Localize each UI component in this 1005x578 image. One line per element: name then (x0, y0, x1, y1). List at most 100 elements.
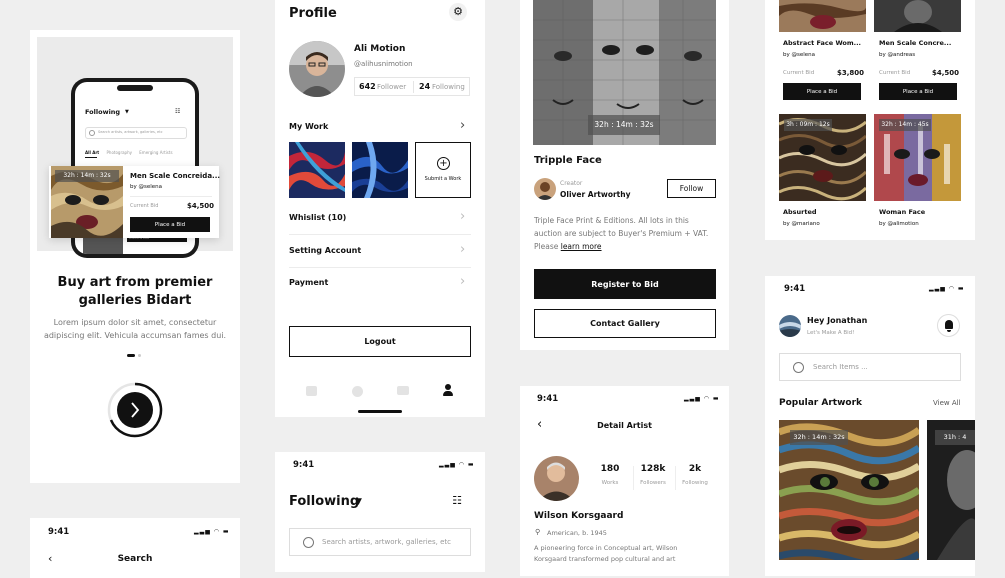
my-work-label[interactable]: My Work (289, 122, 328, 131)
filter-icon[interactable]: ☷ (175, 108, 180, 115)
phone-tab-all-art[interactable]: All Art (85, 150, 99, 155)
following-title[interactable]: Following (289, 494, 359, 509)
chevron-right-icon: › (460, 242, 466, 257)
home-search-placeholder: Search Items ... (813, 363, 868, 371)
bid-label: Current Bid (130, 203, 159, 209)
following-search-input[interactable]: Search artists, artwork, galleries, etc (289, 528, 471, 556)
menu-item-setting-label: Setting Account (289, 246, 362, 255)
grid-item-title: Abstract Face Wom... (783, 39, 862, 47)
user-avatar[interactable] (779, 315, 801, 337)
artist-location: American, b. 1945 (547, 529, 607, 537)
status-icons: ▂▃▅ ◠ ▬ (439, 461, 475, 468)
grid-item-bid: $3,800 (837, 69, 865, 77)
search-icon (89, 130, 95, 136)
status-icons: ▂▃▅ ◠ ▬ (684, 395, 720, 402)
artwork-description-line1: Triple Face Print & Editions. All lots i… (534, 216, 689, 225)
phone-search-placeholder: Search artists, artwork, galleries, etc (98, 130, 163, 134)
grid-item-by: by @andreas (879, 52, 916, 58)
grid-place-bid-button[interactable]: Place a Bid (783, 83, 861, 100)
profile-avatar[interactable] (289, 41, 345, 97)
grid-item-by: by @selena (783, 52, 816, 58)
menu-item-wishlist-label: Whislist (10) (289, 213, 347, 222)
menu-item-setting-account[interactable]: Setting Account › (289, 236, 471, 266)
settings-gear-icon[interactable]: ⚙ (449, 3, 467, 21)
chevron-right-icon: › (460, 209, 466, 224)
work-thumb-1[interactable] (289, 142, 345, 198)
follow-button[interactable]: Follow (667, 179, 716, 198)
page-indicator (127, 354, 143, 357)
followers-label: Follower (377, 83, 407, 91)
view-all-link[interactable]: View All (933, 399, 961, 407)
next-button[interactable] (107, 382, 163, 438)
desc-please: Please (534, 242, 559, 251)
onboarding-card: Following ▼ ☷ Search artists, artwork, g… (30, 30, 240, 483)
grid-item-bid-label: Current Bid (783, 70, 815, 76)
filter-icon[interactable]: ☷ (447, 494, 467, 510)
logout-button[interactable]: Logout (289, 326, 471, 357)
grid-artwork-image[interactable] (779, 0, 866, 32)
status-time: 9:41 (537, 394, 559, 404)
grid-item-title: Absurted (783, 208, 817, 216)
grid-item-title: Men Scale Concre... (879, 39, 952, 47)
grid-place-bid-button[interactable]: Place a Bid (879, 83, 957, 100)
phone-tab-emerging[interactable]: Emerging Artists (139, 150, 172, 155)
followers-count: 642 (359, 82, 376, 91)
search-screen-card: 9:41 ▂▃▅ ◠ ▬ ‹ Search (30, 518, 240, 578)
profile-name: Ali Motion (354, 44, 406, 54)
status-time: 9:41 (293, 460, 315, 470)
menu-item-payment[interactable]: Payment › (289, 268, 471, 298)
stat-value: 180 (600, 464, 620, 474)
learn-more-link[interactable]: learn more (561, 242, 602, 251)
add-circle-icon: + (437, 157, 450, 170)
bid-value: $4,500 (187, 202, 215, 210)
place-bid-button[interactable]: Place a Bid (130, 217, 210, 232)
phone-tab-photography[interactable]: Photography (107, 150, 133, 155)
message-icon[interactable] (397, 386, 409, 395)
creator-label: Creator (560, 180, 583, 187)
artwork-grid-card: Abstract Face Wom... by @selena Current … (765, 0, 975, 240)
work-thumb-2[interactable] (352, 142, 408, 198)
greeting-subtitle: Let's Make A Bid! (807, 330, 855, 336)
following-card: 9:41 ▂▃▅ ◠ ▬ Following ▼ ☷ Search artist… (275, 452, 485, 572)
creator-avatar[interactable] (534, 178, 556, 200)
artist-stat-following: 2k Following (675, 464, 715, 486)
artwork-timer: 32h : 14m : 32s (55, 170, 119, 182)
artwork-detail-card: 32h : 14m : 32s Tripple Face Creator Oli… (520, 0, 729, 350)
creator-name[interactable]: Oliver Artworthy (560, 190, 631, 199)
following-search-placeholder: Search artists, artwork, galleries, etc (322, 538, 451, 546)
artwork-description-line2: auction are subject to Buyer's Premium +… (534, 229, 709, 238)
artist-name: Wilson Korsgaard (534, 511, 624, 521)
artist-avatar[interactable] (534, 456, 579, 501)
grid-item-by: by @mariano (783, 221, 820, 227)
home-indicator (358, 410, 402, 413)
explore-icon[interactable] (352, 386, 363, 397)
grid-item-bid: $4,500 (932, 69, 960, 77)
home-icon[interactable] (306, 386, 317, 396)
phone-filter-label[interactable]: Following (85, 108, 120, 116)
notification-bell-icon[interactable] (937, 314, 960, 337)
location-pin-icon: ⚲ (535, 528, 541, 536)
artist-stat-works: 180 Works (590, 464, 630, 486)
search-icon (303, 537, 314, 548)
floating-artwork-card: 32h : 14m : 32s Men Scale Concreida... b… (49, 166, 220, 238)
onboarding-headline-line1: Buy art from premier (57, 275, 213, 290)
home-search-input[interactable]: Search Items ... (779, 353, 961, 381)
chevron-right-icon[interactable]: › (460, 118, 465, 133)
stat-label: Works (601, 480, 619, 486)
stat-value: 2k (688, 464, 702, 474)
phone-search-bar[interactable]: Search artists, artwork, galleries, etc (85, 127, 187, 139)
contact-gallery-button[interactable]: Contact Gallery (534, 309, 716, 338)
submit-work-label: Submit a Work (424, 176, 462, 182)
menu-item-payment-label: Payment (289, 278, 329, 287)
artist-bio-line1: A pioneering force in Conceptual art, Wi… (534, 544, 678, 552)
grid-item-by: by @alimotion (879, 221, 919, 227)
grid-item-timer: 3h : 09m : 12s (784, 119, 832, 131)
following-label: Following (432, 83, 465, 91)
menu-item-wishlist[interactable]: Whislist (10) › (289, 203, 471, 233)
submit-work-tile[interactable]: + Submit a Work (415, 142, 471, 198)
search-screen-title: Search (117, 554, 153, 564)
profile-nav-icon[interactable] (443, 384, 453, 396)
grid-artwork-image[interactable] (874, 0, 961, 32)
chevron-down-icon[interactable]: ▼ (355, 497, 362, 507)
register-to-bid-button[interactable]: Register to Bid (534, 269, 716, 299)
